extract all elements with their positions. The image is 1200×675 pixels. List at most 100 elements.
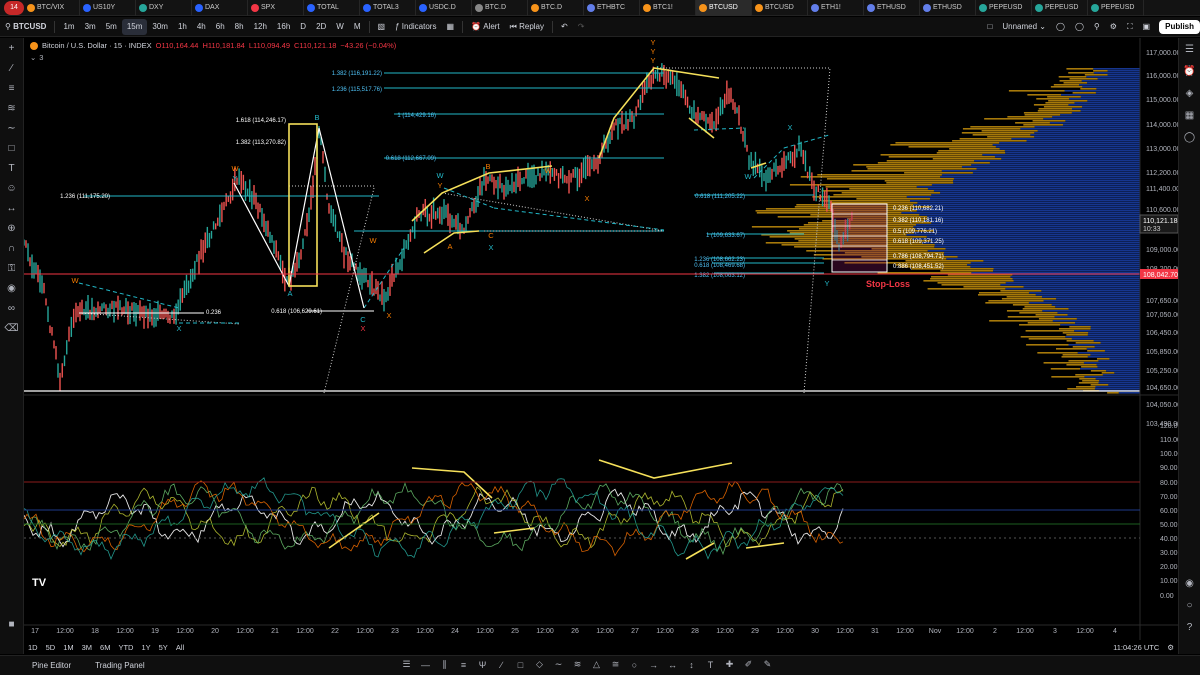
chat-icon[interactable]: ◉ <box>1182 575 1198 591</box>
help-icon[interactable]: ? <box>1182 619 1198 635</box>
browser-tab[interactable]: DXY <box>136 0 192 16</box>
fullscreen-button[interactable]: ⛶ <box>1122 19 1138 35</box>
browser-tab[interactable]: PEPEUSD <box>976 0 1032 16</box>
path-icon[interactable]: ∼ <box>552 658 565 671</box>
range-button[interactable]: 1M <box>59 643 77 652</box>
chart-settings-icon[interactable]: ⚙ <box>1167 643 1174 652</box>
settings-button[interactable]: ⚙ <box>1105 19 1122 35</box>
indicator-toggle[interactable]: ⌄ 3 <box>30 53 43 62</box>
eye-icon[interactable]: ◉ <box>4 280 20 296</box>
chart-canvas[interactable]: 1.382 (116,191.22) 1.236 (115,517.76) 1 (1… <box>24 38 1178 640</box>
notification-badge[interactable]: 14 <box>4 0 24 15</box>
browser-tab[interactable]: USDC.D <box>416 0 472 16</box>
text-tool-icon[interactable]: T <box>704 658 717 671</box>
browser-tab[interactable]: TOTAL3 <box>360 0 416 16</box>
range-button[interactable]: 5Y <box>155 643 172 652</box>
interval-button[interactable]: 1h <box>173 19 192 35</box>
browser-tab[interactable]: US10Y <box>80 0 136 16</box>
browser-tab[interactable]: BTC/VIX <box>24 0 80 16</box>
range-button[interactable]: 1Y <box>137 643 154 652</box>
notifications-icon[interactable]: ○ <box>1182 597 1198 613</box>
interval-button[interactable]: 3m <box>80 19 101 35</box>
fib-retracement-icon[interactable]: ≡ <box>457 658 470 671</box>
pitchfork-icon[interactable]: Ψ <box>476 658 489 671</box>
search-button[interactable]: ⚲ <box>1089 19 1105 35</box>
zoom-icon[interactable]: ⊕ <box>4 220 20 236</box>
browser-tab[interactable]: BTCUSD <box>696 0 752 16</box>
trading-panel-tab[interactable]: Trading Panel <box>83 661 157 670</box>
browser-tab[interactable]: BTC.D <box>472 0 528 16</box>
browser-tab[interactable]: PEPEUSD <box>1088 0 1144 16</box>
layout-icon-button[interactable]: □ <box>983 19 998 35</box>
browser-tab[interactable]: ETHBTC <box>584 0 640 16</box>
browser-tab[interactable]: DAX <box>192 0 248 16</box>
pattern-icon[interactable]: ≋ <box>4 100 20 116</box>
trend-icon[interactable]: ∕ <box>495 658 508 671</box>
magnet-icon[interactable]: ∩ <box>4 240 20 256</box>
undo-button[interactable]: ↶ <box>556 19 573 35</box>
crosshair-icon[interactable]: + <box>4 40 20 56</box>
layout-name-button[interactable]: Unnamed ⌄ <box>997 19 1051 35</box>
trend-line-icon[interactable]: ∕ <box>4 60 20 76</box>
fib-icon[interactable]: ≡ <box>4 80 20 96</box>
range-button[interactable]: YTD <box>114 643 137 652</box>
hline-icon[interactable]: — <box>419 658 432 671</box>
browser-tab[interactable]: PEPEUSD <box>1032 0 1088 16</box>
redo-button[interactable]: ↷ <box>573 19 590 35</box>
hide-toolbar-icon[interactable]: ☰ <box>400 658 413 671</box>
range-button[interactable]: All <box>172 643 188 652</box>
browser-tab[interactable]: BTC.D <box>528 0 584 16</box>
browser-tab[interactable]: SPX <box>248 0 304 16</box>
templates-button[interactable]: ▦ <box>441 19 459 35</box>
cycle-icon[interactable]: ○ <box>628 658 641 671</box>
wave-icon[interactable]: ≋ <box>571 658 584 671</box>
pine-editor-tab[interactable]: Pine Editor <box>20 661 83 670</box>
interval-button[interactable]: 1m <box>58 19 79 35</box>
layers-icon[interactable]: ◈ <box>1182 85 1198 101</box>
rectangle-icon[interactable]: □ <box>514 658 527 671</box>
link-icon[interactable]: ∞ <box>4 300 20 316</box>
watchlist-icon[interactable]: ☰ <box>1182 41 1198 57</box>
forecast-icon[interactable]: ∼ <box>4 120 20 136</box>
text-icon[interactable]: T <box>4 160 20 176</box>
interval-button[interactable]: D <box>295 19 311 35</box>
node-icon[interactable]: ◇ <box>533 658 546 671</box>
browser-tab[interactable]: BTCUSD <box>752 0 808 16</box>
triangle-icon[interactable]: △ <box>590 658 603 671</box>
alert-button[interactable]: ⏰ Alert <box>466 19 505 35</box>
date-range-icon[interactable]: ↔ <box>666 658 679 671</box>
interval-button[interactable]: 8h <box>230 19 249 35</box>
emoji-icon[interactable]: ☺ <box>4 180 20 196</box>
symbol-search-button[interactable]: ⚲ BTCUSD <box>0 19 51 35</box>
range-button[interactable]: 3M <box>78 643 96 652</box>
interval-button[interactable]: W <box>331 19 349 35</box>
range-button[interactable]: 1D <box>24 643 42 652</box>
sync-button[interactable]: ◯ <box>1051 19 1070 35</box>
interval-button[interactable]: 2D <box>311 19 331 35</box>
browser-tab[interactable]: ETH1! <box>808 0 864 16</box>
price-range-icon[interactable]: ↕ <box>685 658 698 671</box>
range-button[interactable]: 5D <box>42 643 60 652</box>
interval-button[interactable]: 12h <box>249 19 272 35</box>
indicators-button[interactable]: ƒ Indicators <box>390 19 441 35</box>
browser-tab[interactable]: TOTAL <box>304 0 360 16</box>
legend-title[interactable]: Bitcoin / U.S. Dollar · 15 · INDEX <box>42 41 152 50</box>
snapshot-button[interactable]: ▣ <box>1138 19 1156 35</box>
sync-button-2[interactable]: ◯ <box>1070 19 1089 35</box>
shapes-icon[interactable]: □ <box>4 140 20 156</box>
ideas-icon[interactable]: ◯ <box>1182 129 1198 145</box>
highlighter-icon[interactable]: ✎ <box>761 658 774 671</box>
utc-clock[interactable]: 11:04:26 UTC <box>1113 643 1159 652</box>
interval-button[interactable]: 15m <box>121 18 148 35</box>
interval-button[interactable]: 6h <box>211 19 230 35</box>
replay-button[interactable]: ⏮ Replay <box>505 19 549 35</box>
object-tree-icon[interactable]: ■ <box>4 616 20 632</box>
trash-icon[interactable]: ⌫ <box>4 320 20 336</box>
interval-button[interactable]: M <box>349 19 366 35</box>
cross-icon[interactable]: ✚ <box>723 658 736 671</box>
alerts-icon[interactable]: ⏰ <box>1182 63 1198 79</box>
browser-tab[interactable]: BTC1! <box>640 0 696 16</box>
parallel-channel-icon[interactable]: ∥ <box>438 658 451 671</box>
range-button[interactable]: 6M <box>96 643 114 652</box>
calendar-icon[interactable]: ▦ <box>1182 107 1198 123</box>
